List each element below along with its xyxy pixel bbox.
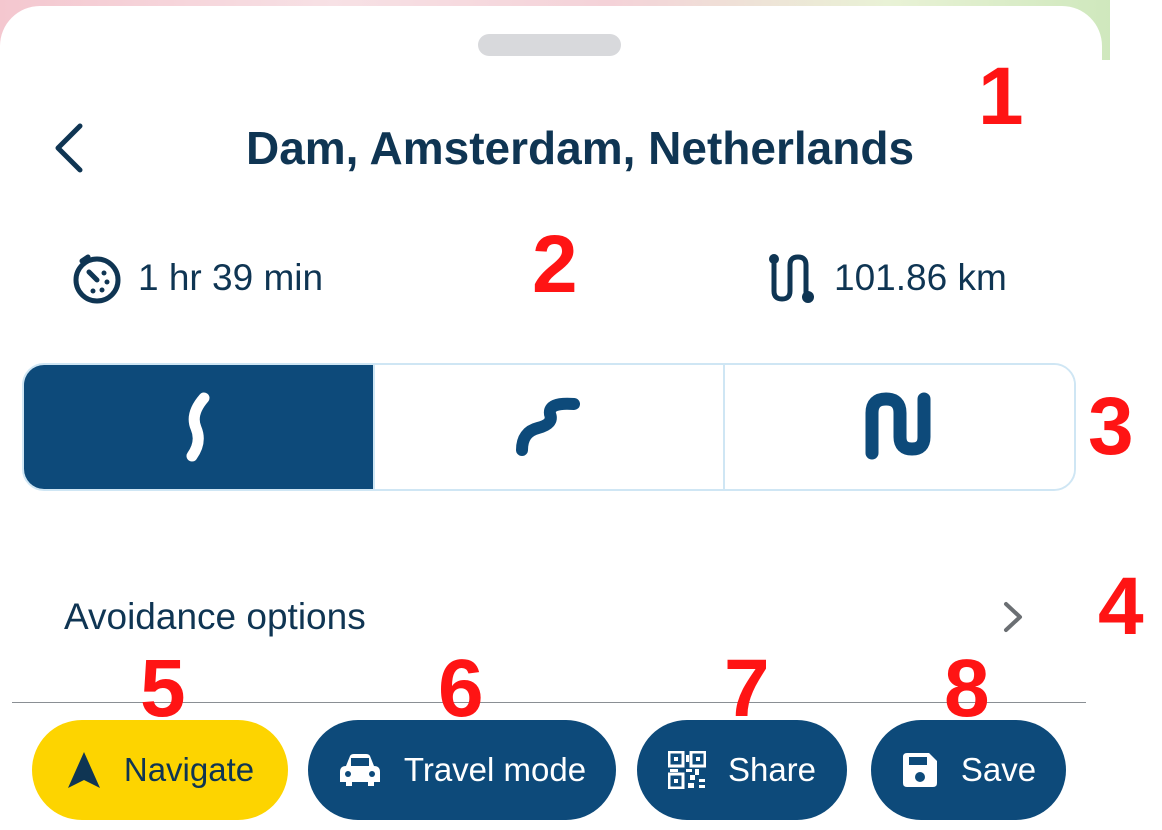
route-type-selector (22, 363, 1076, 491)
share-label: Share (727, 751, 817, 788)
annotation-marker-3: 3 (1088, 381, 1134, 472)
duration-text: 1 hr 39 min (138, 257, 324, 298)
chevron-right-icon (1004, 602, 1022, 632)
save-button[interactable]: Save (871, 720, 1066, 820)
back-button[interactable] (44, 118, 94, 178)
avoidance-options-row[interactable]: Avoidance options (64, 584, 1024, 650)
drag-handle[interactable] (478, 34, 621, 56)
save-label: Save (960, 751, 1037, 788)
route-distance-icon (766, 251, 820, 305)
travel-mode-label: Travel mode (403, 751, 587, 788)
route-option-gentle[interactable] (24, 365, 373, 489)
share-button[interactable]: Share (637, 720, 847, 820)
annotation-marker-8: 8 (944, 643, 990, 734)
travel-mode-button[interactable]: Travel mode (308, 720, 616, 820)
annotation-marker-7: 7 (724, 643, 770, 734)
annotation-marker-5: 5 (140, 643, 186, 734)
floppy-disk-icon (901, 751, 939, 789)
distance-text: 101.86 km (834, 257, 1007, 298)
route-hairpin-icon (865, 392, 931, 460)
distance-stat: 101.86 km (766, 250, 1007, 306)
avoidance-options-label: Avoidance options (64, 596, 366, 637)
chevron-left-icon (55, 123, 83, 173)
qr-code-icon (667, 751, 706, 789)
navigation-arrow-icon (66, 750, 102, 790)
route-gentle-curve-icon (186, 392, 210, 462)
annotation-marker-1: 1 (978, 51, 1024, 142)
duration-stat: 1 hr 39 min (70, 250, 323, 306)
annotation-marker-6: 6 (438, 643, 484, 734)
navigate-button[interactable]: Navigate (32, 720, 288, 820)
route-option-winding[interactable] (372, 365, 724, 489)
page-title: Dam, Amsterdam, Netherlands (245, 122, 915, 174)
route-winding-icon (516, 397, 580, 456)
annotation-marker-4: 4 (1098, 561, 1144, 652)
route-option-hairpin[interactable] (723, 365, 1074, 489)
navigate-label: Navigate (123, 751, 255, 788)
screen: Dam, Amsterdam, Netherlands 1 hr 39 min (0, 0, 1162, 830)
timer-icon (70, 251, 124, 305)
annotation-marker-2: 2 (532, 219, 578, 310)
car-icon (338, 752, 382, 788)
